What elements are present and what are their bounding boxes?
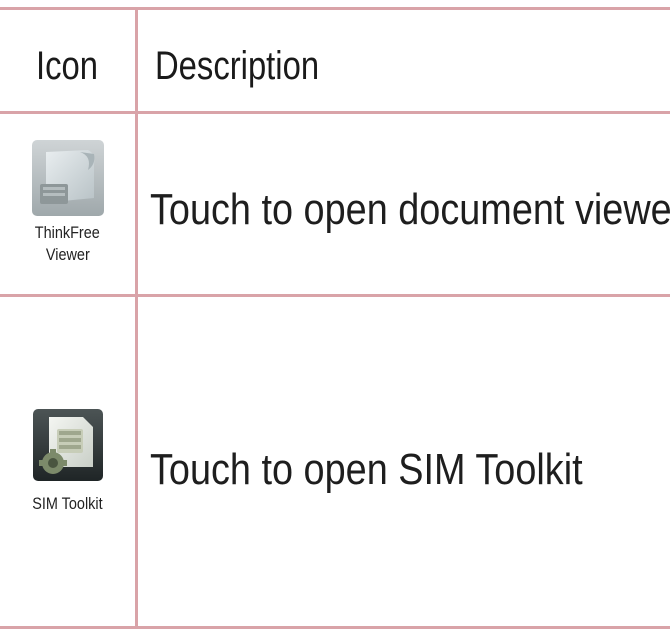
table-row-thinkfree-icon-cell: ThinkFree Viewer bbox=[0, 140, 135, 266]
column-divider bbox=[135, 7, 138, 629]
sim-toolkit-label: SIM Toolkit bbox=[32, 494, 103, 513]
thinkfree-description: Touch to open document viewer bbox=[150, 185, 670, 234]
thinkfree-label-line1: ThinkFree bbox=[34, 223, 101, 242]
icon-description-table: Icon Description ThinkFree Viewer Touch … bbox=[0, 0, 670, 630]
table-top-border bbox=[0, 7, 670, 10]
header-divider bbox=[0, 111, 670, 114]
sim-toolkit-description: Touch to open SIM Toolkit bbox=[150, 445, 583, 494]
table-bottom-border bbox=[0, 626, 670, 629]
header-icon: Icon bbox=[36, 44, 98, 88]
thinkfree-viewer-icon bbox=[31, 140, 104, 216]
row-divider bbox=[0, 294, 670, 297]
sim-toolkit-icon bbox=[32, 409, 103, 481]
table-row-sim-toolkit-icon-cell: SIM Toolkit bbox=[0, 409, 135, 515]
header-description: Description bbox=[155, 44, 320, 88]
thinkfree-label-line2: Viewer bbox=[45, 245, 90, 264]
